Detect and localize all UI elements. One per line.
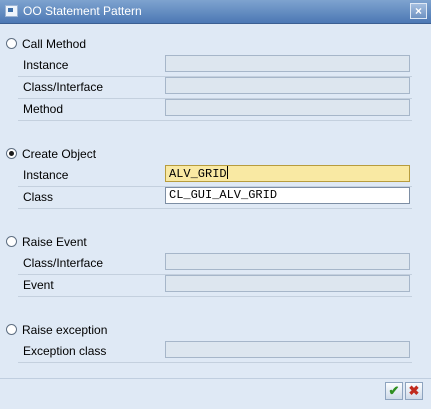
call-method-class-input[interactable] xyxy=(165,77,410,94)
cancel-button[interactable]: ✖ xyxy=(405,382,423,400)
call-method-label: Call Method xyxy=(22,37,87,51)
create-object-class-row: Class CL_GUI_ALV_GRID xyxy=(18,186,412,209)
exception-class-input[interactable] xyxy=(165,341,410,358)
raise-event-class-row: Class/Interface xyxy=(18,252,412,275)
raise-event-event-input[interactable] xyxy=(165,275,410,292)
create-object-class-input[interactable]: CL_GUI_ALV_GRID xyxy=(165,187,410,204)
call-method-radio[interactable] xyxy=(6,38,17,49)
raise-event-event-row: Event xyxy=(18,274,412,297)
dialog-content: Call Method Instance Class/Interface Met… xyxy=(0,24,431,378)
field-label: Class xyxy=(23,190,54,204)
raise-event-label: Raise Event xyxy=(22,235,87,249)
close-button[interactable]: × xyxy=(410,3,427,19)
raise-event-class-input[interactable] xyxy=(165,253,410,270)
field-label: Method xyxy=(23,102,64,116)
window-title: OO Statement Pattern xyxy=(23,4,142,18)
call-method-method-input[interactable] xyxy=(165,99,410,116)
create-object-label: Create Object xyxy=(22,147,97,161)
raise-exception-class-row: Exception class xyxy=(18,340,412,363)
raise-exception-radio[interactable] xyxy=(6,324,17,335)
field-label: Class/Interface xyxy=(23,80,104,94)
field-label: Exception class xyxy=(23,344,107,358)
field-value: ALV_GRID xyxy=(169,167,227,181)
focus-corner xyxy=(166,177,170,181)
title-bar: OO Statement Pattern × xyxy=(0,0,431,24)
focus-corner xyxy=(405,166,409,170)
field-label: Class/Interface xyxy=(23,256,104,270)
focus-corner xyxy=(405,177,409,181)
close-icon: × xyxy=(414,4,422,18)
dialog-footer: ✔ ✖ xyxy=(0,378,431,409)
call-method-instance-row: Instance xyxy=(18,54,412,77)
create-object-instance-input[interactable]: ALV_GRID xyxy=(165,165,410,182)
sap-window-icon xyxy=(5,5,18,17)
call-method-class-row: Class/Interface xyxy=(18,76,412,99)
field-label: Instance xyxy=(23,58,69,72)
raise-event-radio[interactable] xyxy=(6,236,17,247)
confirm-button[interactable]: ✔ xyxy=(385,382,403,400)
field-label: Event xyxy=(23,278,54,292)
call-method-method-row: Method xyxy=(18,98,412,121)
cancel-x-icon: ✖ xyxy=(408,383,420,398)
field-label: Instance xyxy=(23,168,69,182)
raise-exception-label: Raise exception xyxy=(22,323,108,337)
create-object-radio[interactable] xyxy=(6,148,17,159)
checkmark-icon: ✔ xyxy=(388,383,400,398)
focus-corner xyxy=(166,166,170,170)
call-method-instance-input[interactable] xyxy=(165,55,410,72)
text-caret xyxy=(226,166,228,179)
create-object-instance-row: Instance ALV_GRID xyxy=(18,164,412,187)
